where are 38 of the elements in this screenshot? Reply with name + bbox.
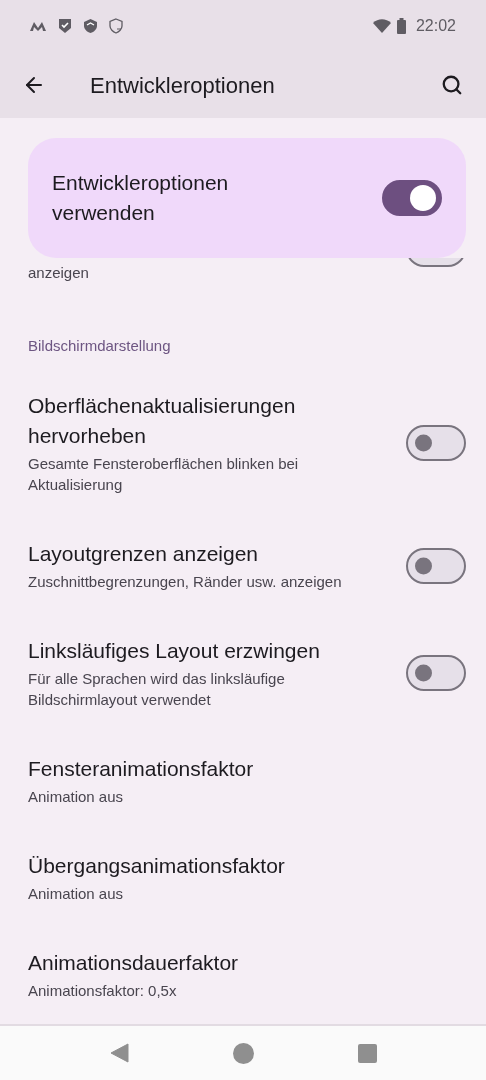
wifi-icon	[372, 19, 391, 33]
setting-title: Animationsdauerfaktor	[28, 950, 240, 976]
toggle-switch[interactable]	[406, 547, 466, 584]
shield-icon	[84, 19, 97, 33]
home-icon[interactable]	[232, 1042, 254, 1064]
setting-title: Fensteranimationsfaktor	[28, 756, 255, 782]
setting-summary: Animationsfaktor: 0,5x	[28, 981, 178, 1001]
clock: 22:02	[415, 16, 456, 36]
setting-row[interactable]: Layoutgrenzen anzeigen Zuschnittbegrenzungen, Ränder usw. anzeigen	[0, 517, 486, 614]
shield-check-icon	[58, 18, 72, 34]
toggle-switch[interactable]	[406, 425, 466, 461]
setting-row[interactable]: Linksläufiges Layout erzwingen Für alle Sprachen wird das linksläufige Bildschirmlayout verwendet	[0, 614, 486, 732]
back-icon[interactable]	[109, 1043, 129, 1063]
setting-row[interactable]: Übergangsanimationsfaktor Animation aus	[0, 829, 486, 926]
screen-title: Entwickleroptionen	[90, 71, 276, 100]
setting-title: Linksläufiges Layout erzwingen	[28, 638, 321, 664]
setting-row[interactable]: Fensteranimationsfaktor Animation aus	[0, 732, 486, 829]
toggle-switch[interactable]	[382, 180, 442, 216]
m-logo-icon	[30, 21, 46, 31]
main-switch-card[interactable]: Entwickleroptionen verwenden	[28, 138, 466, 258]
toggle-switch[interactable]	[406, 655, 466, 691]
setting-summary: Animation aus	[28, 787, 125, 807]
setting-summary: anzeigen	[28, 263, 89, 283]
setting-title: Übergangsanimationsfaktor	[28, 853, 286, 879]
setting-row[interactable]: Oberflächenaktualisierungen hervorheben Gesamte Fensteroberflächen blinken bei Aktualisierung	[0, 369, 486, 517]
setting-summary: Gesamte Fensteroberflächen blinken bei Aktualisierung	[28, 454, 300, 495]
recents-icon[interactable]	[357, 1043, 377, 1063]
shield-outline-icon	[109, 18, 123, 34]
setting-summary: Zuschnittbegrenzungen, Ränder usw. anzeigen	[28, 572, 343, 592]
main-switch-label: Entwickleroptionen verwenden	[52, 170, 230, 226]
battery-icon	[396, 18, 406, 34]
setting-title: Oberflächenaktualisierungen hervorheben	[28, 393, 297, 449]
setting-summary: Animation aus	[28, 884, 125, 904]
setting-title: Layoutgrenzen anzeigen	[28, 541, 259, 567]
setting-row[interactable]: Animationsdauerfaktor Animationsfaktor: 0,5x	[0, 926, 486, 1023]
setting-summary: Für alle Sprachen wird das linksläufige Bildschirmlayout verwendet	[28, 669, 286, 710]
section-header: Bildschirmdarstellung	[27, 336, 172, 356]
search-button[interactable]	[440, 73, 464, 97]
